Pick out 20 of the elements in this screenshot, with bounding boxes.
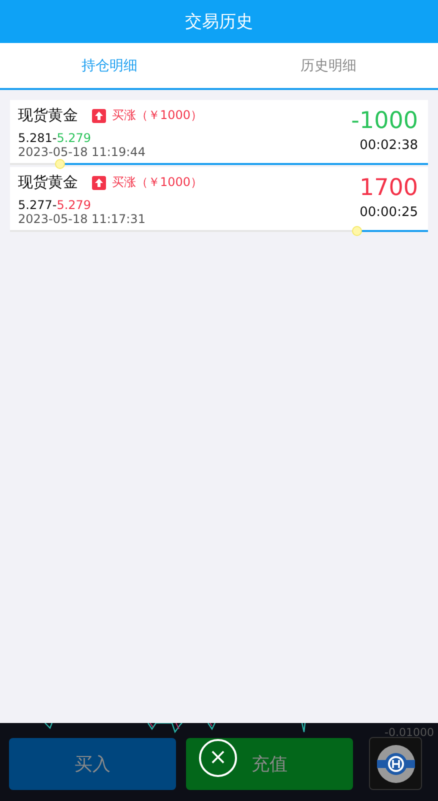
price-range: 5.281-5.279 [18,131,92,145]
close-button[interactable]: × [199,739,237,777]
product-name: 现货黄金 [18,106,78,125]
page-title: 交易历史 [185,11,253,33]
progress-dot [352,226,362,236]
price-range: 5.277-5.279 [18,198,92,212]
direction-tag: 买涨（￥1000） [112,107,203,124]
profit-amount: 1700 [359,174,418,203]
profit-amount: -1000 [351,107,418,136]
buy-button[interactable]: 买入 [9,738,176,790]
trade-time: 2023-05-18 11:19:44 [18,145,146,159]
axis-value: -0.01000 [384,726,434,739]
trade-time: 2023-05-18 11:17:31 [18,212,146,226]
duration: 00:00:25 [360,205,418,220]
direction-tag: 买涨（￥1000） [112,174,203,191]
progress-dot [55,159,66,169]
logo-icon [376,744,416,784]
duration: 00:02:38 [360,138,418,153]
product-name: 现货黄金 [18,173,78,192]
logo-button[interactable] [369,737,422,790]
